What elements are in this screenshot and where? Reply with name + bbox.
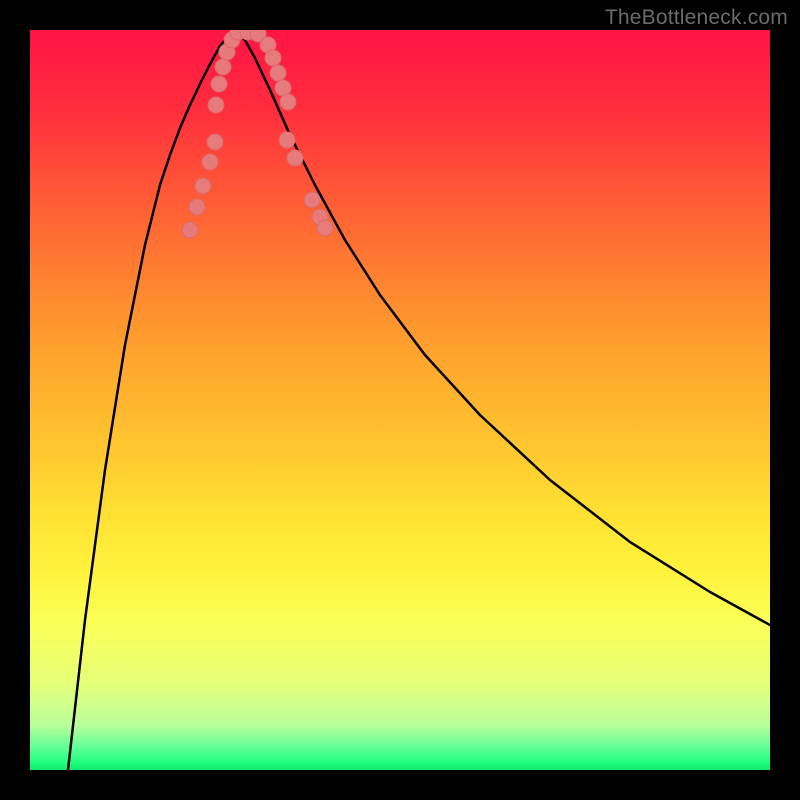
data-point bbox=[208, 97, 224, 113]
data-point bbox=[189, 199, 205, 215]
data-point bbox=[202, 154, 218, 170]
data-point bbox=[215, 59, 231, 75]
data-point bbox=[207, 134, 223, 150]
chart-frame: TheBottleneck.com bbox=[0, 0, 800, 800]
watermark-text: TheBottleneck.com bbox=[605, 6, 788, 30]
chart-svg bbox=[30, 30, 770, 770]
data-point bbox=[280, 94, 296, 110]
data-point bbox=[317, 220, 333, 236]
data-point bbox=[279, 132, 295, 148]
data-point bbox=[265, 50, 281, 66]
data-point bbox=[195, 178, 211, 194]
data-point bbox=[211, 76, 227, 92]
data-point bbox=[182, 222, 198, 238]
curve-lines bbox=[68, 32, 770, 770]
data-point bbox=[304, 192, 320, 208]
curve-right-branch bbox=[235, 32, 770, 625]
data-point bbox=[270, 65, 286, 81]
data-point bbox=[287, 150, 303, 166]
plot-area bbox=[30, 30, 770, 770]
